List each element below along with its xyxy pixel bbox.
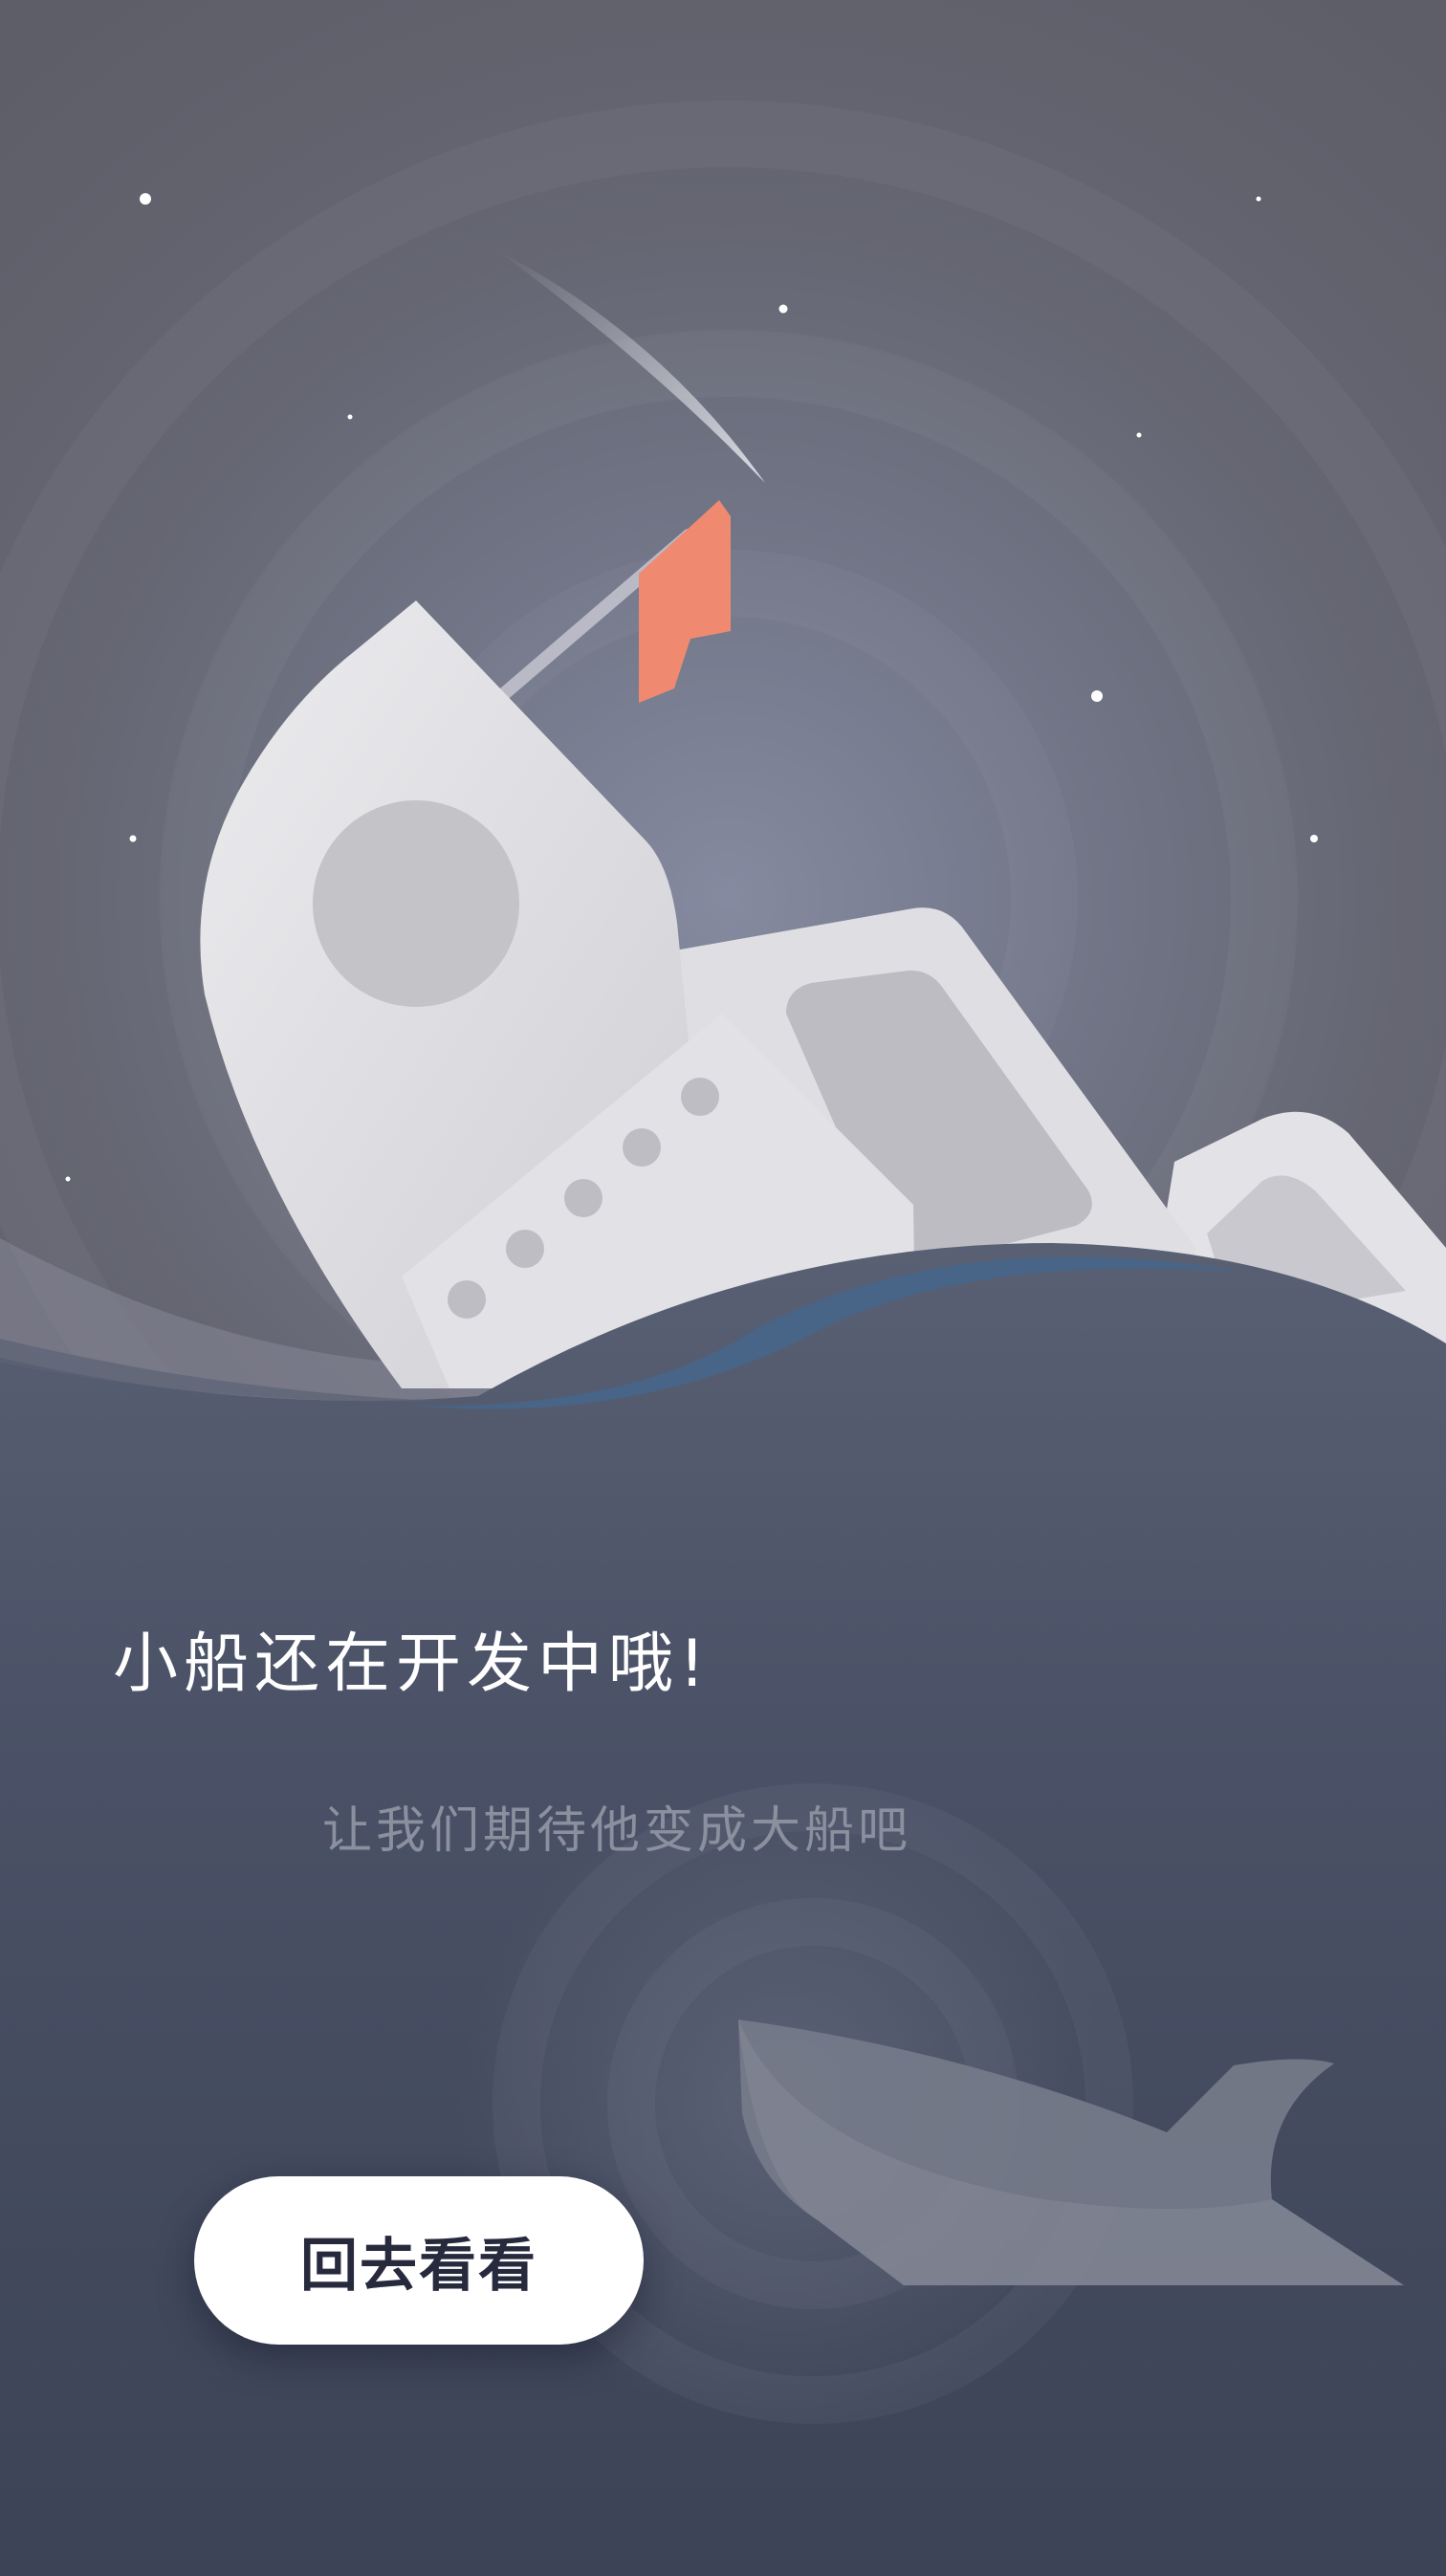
page-subtitle: 让我们期待他变成大船吧 <box>322 1802 912 1860</box>
dev-notice-screen: 小船还在开发中哦! 让我们期待他变成大船吧 回去看看 <box>0 0 1446 2576</box>
go-back-button[interactable]: 回去看看 <box>194 2176 644 2345</box>
sinking-ship-illustration <box>0 0 1446 2576</box>
page-title: 小船还在开发中哦! <box>113 1626 712 1702</box>
